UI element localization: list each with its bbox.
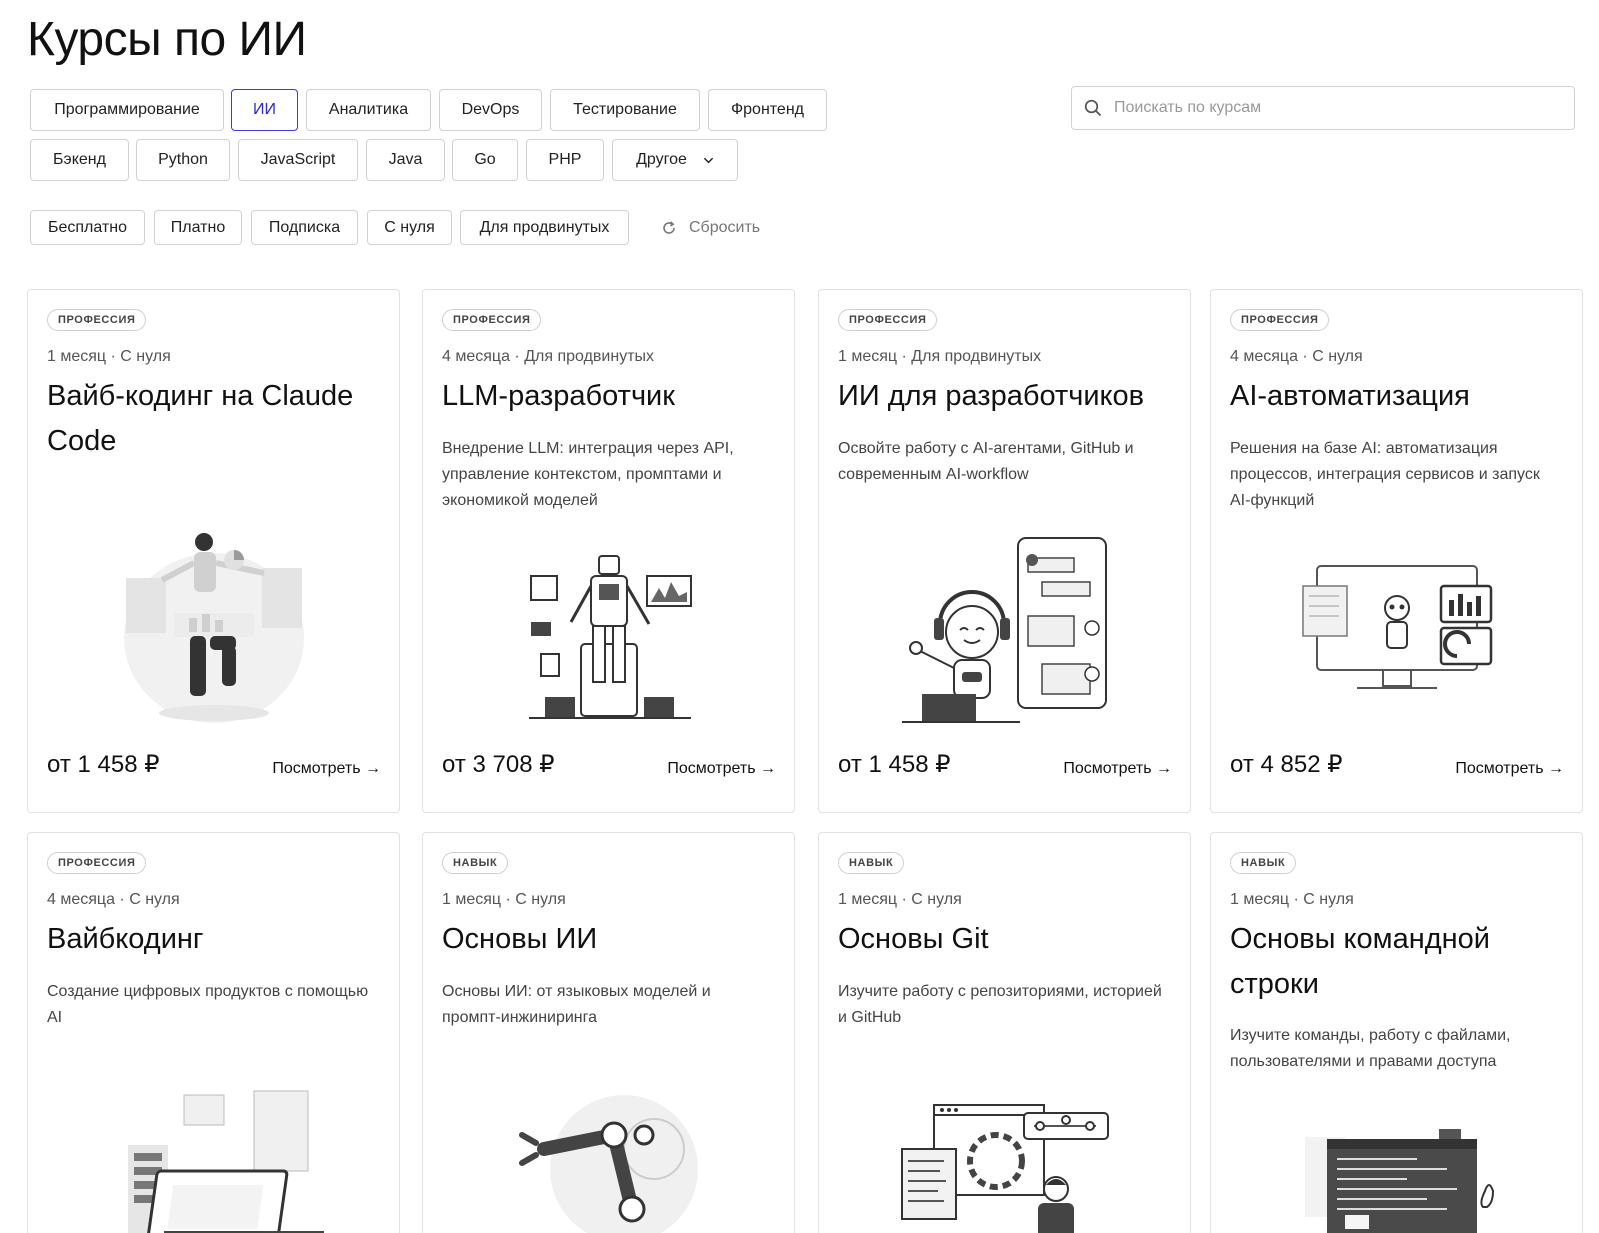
- category-chip-other[interactable]: Другое: [612, 139, 738, 181]
- reset-filters-button[interactable]: Сбросить: [661, 210, 760, 245]
- filter-chip-subscription[interactable]: Подписка: [251, 210, 358, 245]
- course-description: Освойте работу с AI-агентами, GitHub и с…: [838, 440, 1134, 483]
- category-chip-java[interactable]: Java: [366, 139, 445, 181]
- course-card[interactable]: НАВЫК 1 месяц · С нуля Основы командной …: [1210, 832, 1583, 1233]
- course-description: Создание цифровых продуктов с помощью AI: [47, 983, 369, 1026]
- course-card[interactable]: ПРОФЕССИЯ 1 месяц · С нуля Вайб-кодинг н…: [27, 289, 400, 813]
- course-title[interactable]: Основы командной строки: [1230, 917, 1570, 1007]
- filter-chip-from-scratch[interactable]: С нуля: [367, 210, 452, 245]
- course-type-badge: ПРОФЕССИЯ: [1230, 309, 1330, 331]
- git-workflow-icon: [900, 1104, 1109, 1233]
- laptop-servers-icon: [127, 1090, 324, 1233]
- course-card[interactable]: ПРОФЕССИЯ 4 месяца · Для продвинутых LLM…: [422, 289, 795, 813]
- search-box[interactable]: [1071, 86, 1575, 130]
- search-input[interactable]: [1114, 99, 1554, 117]
- search-icon: [1084, 99, 1102, 117]
- course-meta: 1 месяц · С нуля: [442, 891, 566, 908]
- course-title[interactable]: AI-автоматизация: [1230, 374, 1570, 419]
- course-card[interactable]: НАВЫК 1 месяц · С нуля Основы ИИ Основы …: [422, 832, 795, 1233]
- category-chip-python[interactable]: Python: [136, 139, 230, 181]
- course-card[interactable]: ПРОФЕССИЯ 4 месяца · С нуля Вайбкодинг С…: [27, 832, 400, 1233]
- category-chip-programming[interactable]: Программирование: [30, 89, 224, 131]
- page-title: Курсы по ИИ: [27, 13, 307, 66]
- category-chip-backend[interactable]: Бэкенд: [30, 139, 129, 181]
- course-title[interactable]: Вайб-кодинг на Claude Code: [47, 374, 387, 464]
- course-price: от 1 458 ₽: [47, 751, 160, 778]
- course-meta: 1 месяц · С нуля: [838, 891, 962, 908]
- course-type-badge: НАВЫК: [838, 852, 905, 874]
- course-meta: 1 месяц · С нуля: [1230, 891, 1354, 908]
- course-meta: 4 месяца · Для продвинутых: [442, 348, 655, 365]
- course-price: от 3 708 ₽: [442, 751, 555, 778]
- category-chip-frontend[interactable]: Фронтенд: [708, 89, 827, 131]
- course-card[interactable]: ПРОФЕССИЯ 1 месяц · Для продвинутых ИИ д…: [818, 289, 1191, 813]
- terminal-window-icon: [1304, 1129, 1494, 1233]
- course-type-badge: НАВЫК: [442, 852, 509, 874]
- view-course-link[interactable]: Посмотреть →: [667, 760, 776, 778]
- course-title[interactable]: Основы Git: [838, 917, 1178, 962]
- chevron-down-icon: [703, 157, 714, 163]
- course-description: Изучите команды, работу с файлами, польз…: [1230, 1027, 1511, 1070]
- course-meta: 1 месяц · С нуля: [47, 348, 171, 365]
- course-type-badge: ПРОФЕССИЯ: [838, 309, 938, 331]
- filter-chip-advanced[interactable]: Для продвинутых: [460, 210, 629, 245]
- course-title[interactable]: Вайбкодинг: [47, 917, 387, 962]
- robot-arm-icon: [518, 1095, 698, 1233]
- filter-chip-paid[interactable]: Платно: [154, 210, 242, 245]
- course-type-badge: НАВЫК: [1230, 852, 1297, 874]
- filter-chip-free[interactable]: Бесплатно: [30, 210, 145, 245]
- view-course-link[interactable]: Посмотреть →: [1455, 760, 1564, 778]
- course-meta: 4 месяца · С нуля: [1230, 348, 1363, 365]
- category-chip-devops[interactable]: DevOps: [439, 89, 542, 131]
- course-description: Изучите работу с репозиториями, историей…: [838, 983, 1162, 1026]
- view-course-link[interactable]: Посмотреть →: [272, 760, 381, 778]
- course-card[interactable]: ПРОФЕССИЯ 4 месяца · С нуля AI-автоматиз…: [1210, 289, 1583, 813]
- category-chip-other-label: Другое: [636, 151, 687, 168]
- monitor-dashboard-icon: [1301, 565, 1492, 689]
- course-price: от 4 852 ₽: [1230, 751, 1343, 778]
- category-chip-go[interactable]: Go: [452, 139, 518, 181]
- course-type-badge: ПРОФЕССИЯ: [47, 852, 147, 874]
- course-price: от 1 458 ₽: [838, 751, 951, 778]
- course-title[interactable]: ИИ для разработчиков: [838, 374, 1178, 419]
- course-meta: 1 месяц · Для продвинутых: [838, 348, 1042, 365]
- category-chip-analytics[interactable]: Аналитика: [306, 89, 431, 131]
- course-title[interactable]: Основы ИИ: [442, 917, 782, 962]
- course-type-badge: ПРОФЕССИЯ: [47, 309, 147, 331]
- person-charts-icon: [123, 533, 304, 723]
- course-description: Основы ИИ: от языковых моделей и промпт-…: [442, 983, 711, 1026]
- course-card[interactable]: НАВЫК 1 месяц · С нуля Основы Git Изучит…: [818, 832, 1191, 1233]
- course-meta: 4 месяца · С нуля: [47, 891, 180, 908]
- course-type-badge: ПРОФЕССИЯ: [442, 309, 542, 331]
- course-title[interactable]: LLM-разработчик: [442, 374, 782, 419]
- category-chip-php[interactable]: PHP: [526, 139, 604, 181]
- category-chip-javascript[interactable]: JavaScript: [238, 139, 358, 181]
- robot-chat-icon: [901, 537, 1107, 723]
- course-description: Решения на базе AI: автоматизация процес…: [1230, 440, 1540, 509]
- reset-label: Сбросить: [689, 218, 761, 236]
- robot-throne-icon: [528, 555, 692, 719]
- view-course-link[interactable]: Посмотреть →: [1063, 760, 1172, 778]
- category-chip-ai[interactable]: ИИ: [231, 89, 298, 131]
- refresh-icon: [663, 220, 675, 234]
- course-description: Внедрение LLM: интеграция через API, упр…: [442, 440, 734, 509]
- category-chip-testing[interactable]: Тестирование: [550, 89, 700, 131]
